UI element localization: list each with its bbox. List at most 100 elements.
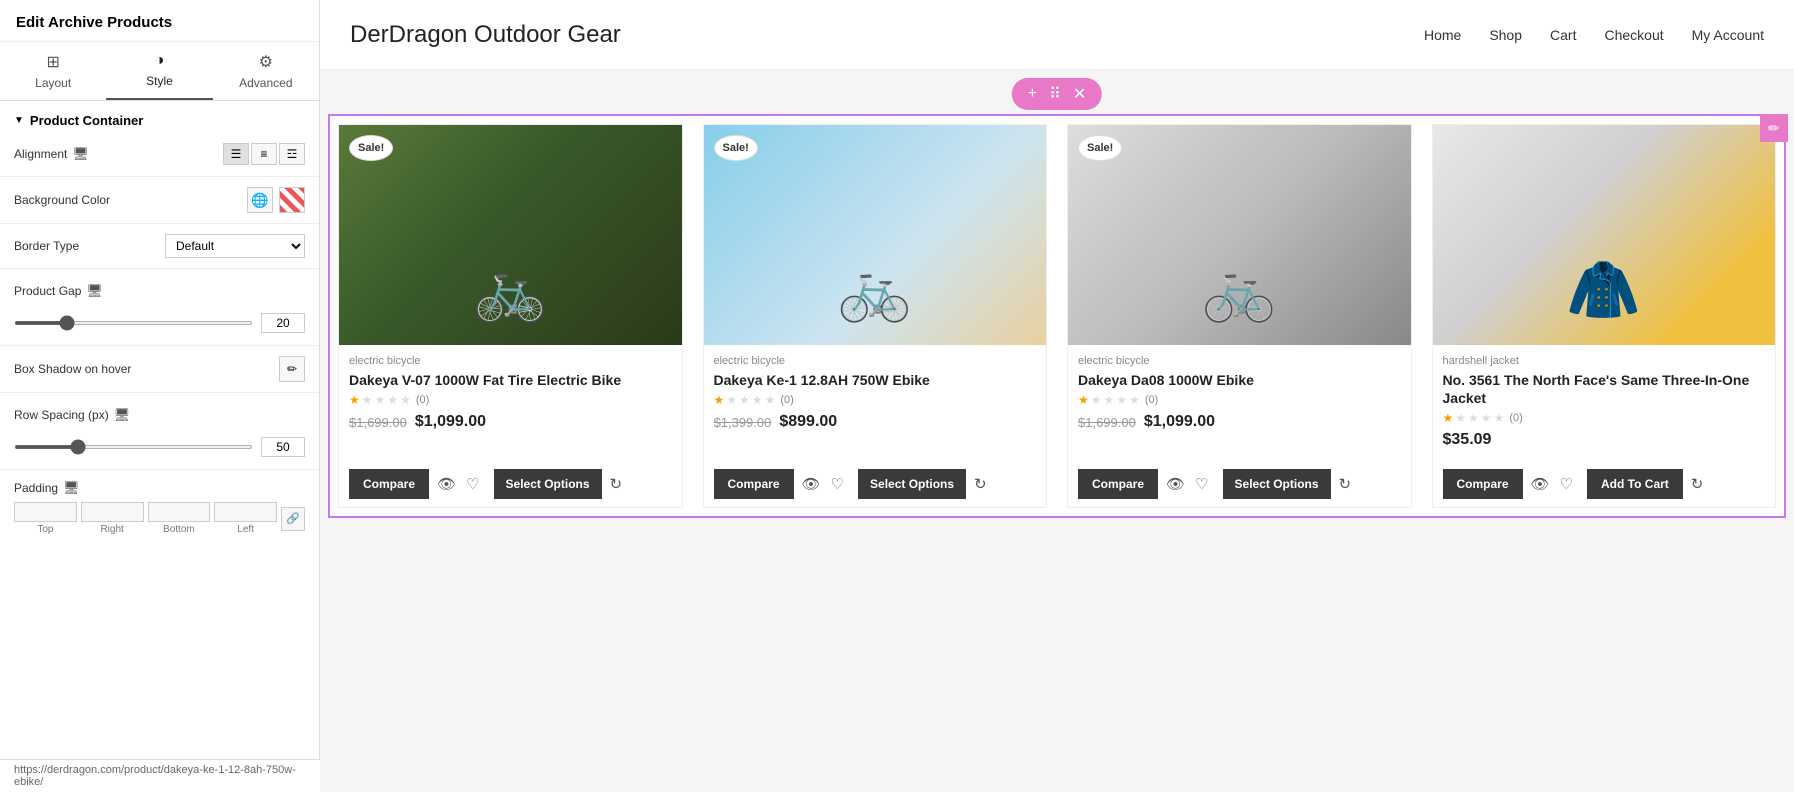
border-type-select[interactable]: Default Solid Dashed Dotted None xyxy=(165,234,305,258)
compare-icon-btn-1[interactable]: ↻ xyxy=(608,473,625,495)
wishlist-btn-2[interactable]: ♡ xyxy=(829,473,846,495)
row-spacing-value[interactable]: 50 xyxy=(261,437,305,457)
row-spacing-slider-row: 50 xyxy=(0,433,319,465)
background-color-row: Background Color 🌐 xyxy=(0,181,319,219)
star-icon: ★ xyxy=(387,393,398,407)
product-actions-2: Compare 👁 ♡ Select Options ↻ xyxy=(704,463,1047,507)
compare-btn-4[interactable]: Compare xyxy=(1443,469,1523,499)
toolbar-add-btn[interactable]: + xyxy=(1024,85,1041,103)
toolbar-close-btn[interactable]: ✕ xyxy=(1069,84,1090,104)
product-gap-value[interactable]: 20 xyxy=(261,313,305,333)
padding-section: Padding 🖥 Top Right Bottom Left 🔗 xyxy=(0,474,319,547)
star-icon: ★ xyxy=(1078,393,1089,407)
global-color-btn[interactable]: 🌐 xyxy=(247,187,273,213)
product-container-label: Product Container xyxy=(30,113,143,128)
edit-pencil-btn[interactable]: ✏ xyxy=(1760,114,1788,142)
star-icon: ★ xyxy=(739,393,750,407)
product-category-1: electric bicycle xyxy=(349,355,672,367)
product-gap-row: Product Gap 🖥 xyxy=(0,273,319,309)
padding-right-field: Right xyxy=(81,502,144,535)
toolbar-drag-btn[interactable]: ⠿ xyxy=(1045,84,1065,104)
align-center-btn[interactable]: ≡ xyxy=(251,143,277,165)
layout-icon: ⊞ xyxy=(46,52,59,72)
compare-btn-3[interactable]: Compare xyxy=(1078,469,1158,499)
row-spacing-label: Row Spacing (px) 🖥 xyxy=(14,407,130,423)
compare-icon-btn-4[interactable]: ↻ xyxy=(1689,473,1706,495)
padding-left-input[interactable] xyxy=(214,502,277,522)
nav-cart[interactable]: Cart xyxy=(1550,27,1576,43)
padding-bottom-label: Bottom xyxy=(163,524,195,535)
star-icon: ★ xyxy=(752,393,763,407)
monitor-icon: 🖥 xyxy=(72,146,89,162)
product-image-1: 🚲 Sale! xyxy=(339,125,682,345)
price-new-1: $1,099.00 xyxy=(415,413,486,431)
star-icon: ★ xyxy=(1494,411,1505,425)
compare-btn-2[interactable]: Compare xyxy=(714,469,794,499)
padding-right-input[interactable] xyxy=(81,502,144,522)
add-to-cart-btn-4[interactable]: Add To Cart xyxy=(1587,469,1683,499)
product-category-2: electric bicycle xyxy=(714,355,1037,367)
star-icon: ★ xyxy=(714,393,725,407)
star-icon: ★ xyxy=(375,393,386,407)
advanced-icon: ⚙ xyxy=(259,52,273,72)
padding-top-input[interactable] xyxy=(14,502,77,522)
view-btn-1[interactable]: 👁 xyxy=(435,473,458,495)
padding-left-field: Left xyxy=(214,502,277,535)
compare-btn-1[interactable]: Compare xyxy=(349,469,429,499)
view-btn-3[interactable]: 👁 xyxy=(1164,473,1187,495)
product-stars-4: ★ ★ ★ ★ ★ (0) xyxy=(1443,411,1766,425)
product-image-4: 🧥 xyxy=(1433,125,1776,345)
row-spacing-slider[interactable] xyxy=(14,445,253,449)
product-category-4: hardshell jacket xyxy=(1443,355,1766,367)
padding-monitor-icon: 🖥 xyxy=(63,480,80,496)
box-shadow-edit-btn[interactable]: ✏ xyxy=(279,356,305,382)
product-info-4: hardshell jacket No. 3561 The North Face… xyxy=(1433,345,1776,463)
product-name-3: Dakeya Da08 1000W Ebike xyxy=(1078,371,1401,389)
nav-shop[interactable]: Shop xyxy=(1489,27,1522,43)
sale-badge-3: Sale! xyxy=(1078,135,1122,161)
product-price-1: $1,699.00 $1,099.00 xyxy=(349,413,672,431)
wishlist-btn-3[interactable]: ♡ xyxy=(1193,473,1210,495)
compare-icon-btn-3[interactable]: ↻ xyxy=(1337,473,1354,495)
price-new-3: $1,099.00 xyxy=(1144,413,1215,431)
select-options-btn-2[interactable]: Select Options xyxy=(858,469,966,499)
product-info-1: electric bicycle Dakeya V-07 1000W Fat T… xyxy=(339,345,682,463)
compare-icon-btn-2[interactable]: ↻ xyxy=(972,473,989,495)
product-actions-1: Compare 👁 ♡ Select Options ↻ xyxy=(339,463,682,507)
tab-layout[interactable]: ⊞ Layout xyxy=(0,42,106,100)
nav-links: Home Shop Cart Checkout My Account xyxy=(1424,27,1764,43)
panel-title: Edit Archive Products xyxy=(0,0,319,42)
align-left-btn[interactable]: ☰ xyxy=(223,143,249,165)
style-icon: ◑ xyxy=(155,52,165,70)
align-right-btn[interactable]: ☲ xyxy=(279,143,305,165)
product-gap-slider[interactable] xyxy=(14,321,253,325)
nav-account[interactable]: My Account xyxy=(1692,27,1764,43)
padding-left-label: Left xyxy=(237,524,254,535)
link-padding-btn[interactable]: 🔗 xyxy=(281,507,305,531)
tab-advanced[interactable]: ⚙ Advanced xyxy=(213,42,319,100)
nav-home[interactable]: Home xyxy=(1424,27,1461,43)
view-btn-2[interactable]: 👁 xyxy=(800,473,823,495)
wishlist-btn-4[interactable]: ♡ xyxy=(1558,473,1575,495)
review-count-1: (0) xyxy=(416,394,429,406)
color-controls: 🌐 xyxy=(247,187,305,213)
star-icon: ★ xyxy=(765,393,776,407)
view-btn-4[interactable]: 👁 xyxy=(1529,473,1552,495)
wishlist-btn-1[interactable]: ♡ xyxy=(464,473,481,495)
select-options-btn-3[interactable]: Select Options xyxy=(1223,469,1331,499)
top-nav: DerDragon Outdoor Gear Home Shop Cart Ch… xyxy=(320,0,1794,70)
tab-style-label: Style xyxy=(146,74,173,88)
tab-style[interactable]: ◑ Style xyxy=(106,42,212,100)
padding-bottom-input[interactable] xyxy=(148,502,211,522)
star-icon: ★ xyxy=(1104,393,1115,407)
nav-checkout[interactable]: Checkout xyxy=(1604,27,1663,43)
product-stars-1: ★ ★ ★ ★ ★ (0) xyxy=(349,393,672,407)
box-shadow-label: Box Shadow on hover xyxy=(14,362,131,376)
product-container-header[interactable]: ▼ Product Container xyxy=(0,101,319,136)
color-swatch[interactable] xyxy=(279,187,305,213)
product-price-4: $35.09 xyxy=(1443,431,1766,449)
product-info-2: electric bicycle Dakeya Ke-1 12.8AH 750W… xyxy=(704,345,1047,463)
select-options-btn-1[interactable]: Select Options xyxy=(494,469,602,499)
tab-layout-label: Layout xyxy=(35,76,71,90)
alignment-buttons: ☰ ≡ ☲ xyxy=(223,143,305,165)
